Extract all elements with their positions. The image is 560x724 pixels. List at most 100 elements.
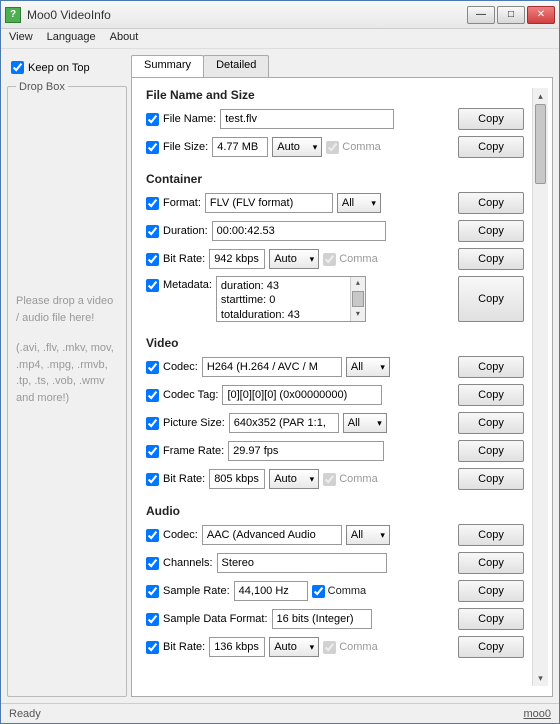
format-select[interactable]: All (337, 193, 381, 213)
video-codec-value[interactable]: H264 (H.264 / AVC / M (202, 357, 342, 377)
scroll-thumb[interactable] (535, 104, 546, 184)
audio-bitrate-value[interactable]: 136 kbps (209, 637, 265, 657)
menubar: View Language About (1, 29, 559, 49)
video-codec-label: Codec: (163, 361, 198, 373)
container-bitrate-value[interactable]: 942 kbps (209, 249, 265, 269)
video-bitrate-copy-button[interactable]: Copy (458, 468, 524, 490)
framerate-copy-button[interactable]: Copy (458, 440, 524, 462)
channels-copy-button[interactable]: Copy (458, 552, 524, 574)
scroll-down-icon[interactable]: ▾ (533, 670, 548, 686)
container-bitrate-comma-label: Comma (339, 253, 378, 265)
format-label: Format: (163, 197, 201, 209)
framerate-value[interactable]: 29.97 fps (228, 441, 384, 461)
samplerate-comma-checkbox[interactable] (312, 585, 325, 598)
codectag-copy-button[interactable]: Copy (458, 384, 524, 406)
titlebar: ? Moo0 VideoInfo — □ ✕ (1, 1, 559, 29)
video-bitrate-select[interactable]: Auto (269, 469, 319, 489)
samplerate-label: Sample Rate: (163, 585, 230, 597)
duration-copy-button[interactable]: Copy (458, 220, 524, 242)
picsize-checkbox[interactable] (146, 417, 159, 430)
video-bitrate-comma-checkbox[interactable] (323, 473, 336, 486)
menu-about[interactable]: About (110, 31, 139, 46)
close-button[interactable]: ✕ (527, 6, 555, 24)
dropbox-hint: (.avi, .flv, .mkv, mov, .mp4, .mpg, .rmv… (16, 340, 118, 406)
audio-codec-copy-button[interactable]: Copy (458, 524, 524, 546)
status-link[interactable]: moo0 (523, 708, 551, 720)
audio-codec-select[interactable]: All (346, 525, 390, 545)
menu-language[interactable]: Language (47, 31, 96, 46)
dropbox[interactable]: Drop Box Please drop a video / audio fil… (7, 86, 127, 697)
filesize-checkbox[interactable] (146, 141, 159, 154)
sampledfmt-copy-button[interactable]: Copy (458, 608, 524, 630)
picsize-select[interactable]: All (343, 413, 387, 433)
audio-bitrate-checkbox[interactable] (146, 641, 159, 654)
tab-detailed[interactable]: Detailed (203, 55, 269, 77)
filesize-comma-label: Comma (342, 141, 381, 153)
dropbox-text: Please drop a video / audio file here! (16, 293, 118, 326)
picsize-label: Picture Size: (163, 417, 225, 429)
filesize-value[interactable]: 4.77 MB (212, 137, 268, 157)
sampledfmt-checkbox[interactable] (146, 613, 159, 626)
audio-codec-label: Codec: (163, 529, 198, 541)
picsize-value[interactable]: 640x352 (PAR 1:1, (229, 413, 339, 433)
samplerate-copy-button[interactable]: Copy (458, 580, 524, 602)
filename-checkbox[interactable] (146, 113, 159, 126)
codectag-value[interactable]: [0][0][0][0] (0x00000000) (222, 385, 382, 405)
metadata-checkbox[interactable] (146, 279, 159, 292)
samplerate-value[interactable]: 44,100 Hz (234, 581, 308, 601)
audio-bitrate-label: Bit Rate: (163, 641, 205, 653)
audio-bitrate-select[interactable]: Auto (269, 637, 319, 657)
metadata-value[interactable]: duration: 43 starttime: 0 totalduration:… (216, 276, 366, 322)
container-bitrate-checkbox[interactable] (146, 253, 159, 266)
duration-label: Duration: (163, 225, 208, 237)
minimize-button[interactable]: — (467, 6, 495, 24)
audio-bitrate-comma-label: Comma (339, 641, 378, 653)
duration-value[interactable]: 00:00:42.53 (212, 221, 386, 241)
container-bitrate-copy-button[interactable]: Copy (458, 248, 524, 270)
maximize-button[interactable]: □ (497, 6, 525, 24)
format-value[interactable]: FLV (FLV format) (205, 193, 333, 213)
video-codec-select[interactable]: All (346, 357, 390, 377)
metadata-scrollbar[interactable]: ▴▾ (350, 277, 365, 321)
scroll-up-icon[interactable]: ▴ (533, 88, 548, 104)
metadata-copy-button[interactable]: Copy (458, 276, 524, 322)
menu-view[interactable]: View (9, 31, 33, 46)
sampledfmt-label: Sample Data Format: (163, 613, 268, 625)
container-bitrate-select[interactable]: Auto (269, 249, 319, 269)
filesize-unit-select[interactable]: Auto (272, 137, 322, 157)
video-bitrate-value[interactable]: 805 kbps (209, 469, 265, 489)
container-bitrate-label: Bit Rate: (163, 253, 205, 265)
audio-bitrate-copy-button[interactable]: Copy (458, 636, 524, 658)
audio-bitrate-comma-checkbox[interactable] (323, 641, 336, 654)
channels-checkbox[interactable] (146, 557, 159, 570)
filesize-copy-button[interactable]: Copy (458, 136, 524, 158)
codectag-checkbox[interactable] (146, 389, 159, 402)
format-checkbox[interactable] (146, 197, 159, 210)
sampledfmt-value[interactable]: 16 bits (Integer) (272, 609, 372, 629)
picsize-copy-button[interactable]: Copy (458, 412, 524, 434)
video-codec-copy-button[interactable]: Copy (458, 356, 524, 378)
samplerate-checkbox[interactable] (146, 585, 159, 598)
content-scrollbar[interactable]: ▴ ▾ (532, 88, 548, 686)
filesize-comma-checkbox[interactable] (326, 141, 339, 154)
video-bitrate-comma-label: Comma (339, 473, 378, 485)
channels-value[interactable]: Stereo (217, 553, 387, 573)
filename-value[interactable]: test.flv (220, 109, 394, 129)
keep-on-top-label: Keep on Top (28, 62, 90, 74)
dropbox-title: Drop Box (16, 81, 68, 93)
video-bitrate-checkbox[interactable] (146, 473, 159, 486)
duration-checkbox[interactable] (146, 225, 159, 238)
channels-label: Channels: (163, 557, 213, 569)
tab-summary[interactable]: Summary (131, 55, 204, 77)
video-codec-checkbox[interactable] (146, 361, 159, 374)
format-copy-button[interactable]: Copy (458, 192, 524, 214)
audio-codec-checkbox[interactable] (146, 529, 159, 542)
section-video-heading: Video (146, 336, 524, 350)
filename-copy-button[interactable]: Copy (458, 108, 524, 130)
section-container-heading: Container (146, 172, 524, 186)
container-bitrate-comma-checkbox[interactable] (323, 253, 336, 266)
keep-on-top-checkbox[interactable] (11, 61, 24, 74)
framerate-checkbox[interactable] (146, 445, 159, 458)
filesize-label: File Size: (163, 141, 208, 153)
audio-codec-value[interactable]: AAC (Advanced Audio (202, 525, 342, 545)
